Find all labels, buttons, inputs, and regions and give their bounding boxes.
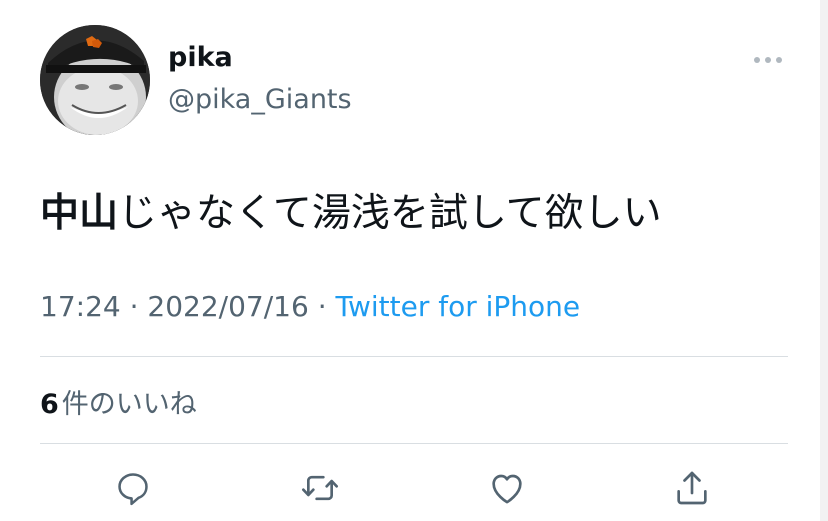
like-button[interactable] <box>487 468 527 508</box>
more-options-icon[interactable] <box>754 52 786 68</box>
reply-icon <box>118 473 148 506</box>
dot <box>765 57 771 63</box>
tweet-detail: pika @pika_Giants 中山じゃなくて湯浅を試して欲しい 17:24… <box>0 0 828 521</box>
tweet-text-bold: 中山 <box>40 191 119 236</box>
share-button[interactable] <box>672 468 712 508</box>
dot <box>754 57 760 63</box>
meta-separator: · <box>120 290 148 323</box>
scroll-edge <box>820 0 828 521</box>
tweet-meta: 17:24 · 2022/07/16 · Twitter for iPhone <box>40 290 580 323</box>
display-name[interactable]: pika <box>168 42 233 73</box>
divider <box>40 356 788 357</box>
tweet-time[interactable]: 17:24 <box>40 290 121 323</box>
tweet-date[interactable]: 2022/07/16 <box>147 290 308 323</box>
tweet-text: 中山じゃなくて湯浅を試して欲しい <box>40 188 662 240</box>
avatar-photo <box>40 25 150 135</box>
divider <box>40 443 788 444</box>
retweet-icon <box>302 475 338 501</box>
tweet-text-rest: じゃなくて湯浅を試して欲しい <box>118 191 662 236</box>
likes-count[interactable]: 6 件のいいね <box>40 382 197 421</box>
likes-label: 件のいいね <box>61 389 197 420</box>
like-icon <box>492 474 522 504</box>
reply-button[interactable] <box>113 468 153 508</box>
meta-separator: · <box>308 290 336 323</box>
avatar[interactable] <box>40 25 150 135</box>
tweet-source-link[interactable]: Twitter for iPhone <box>336 290 581 323</box>
retweet-button[interactable] <box>300 468 340 508</box>
share-icon <box>677 471 707 505</box>
likes-number: 6 <box>40 389 59 420</box>
user-handle[interactable]: @pika_Giants <box>168 84 352 115</box>
dot <box>776 57 782 63</box>
